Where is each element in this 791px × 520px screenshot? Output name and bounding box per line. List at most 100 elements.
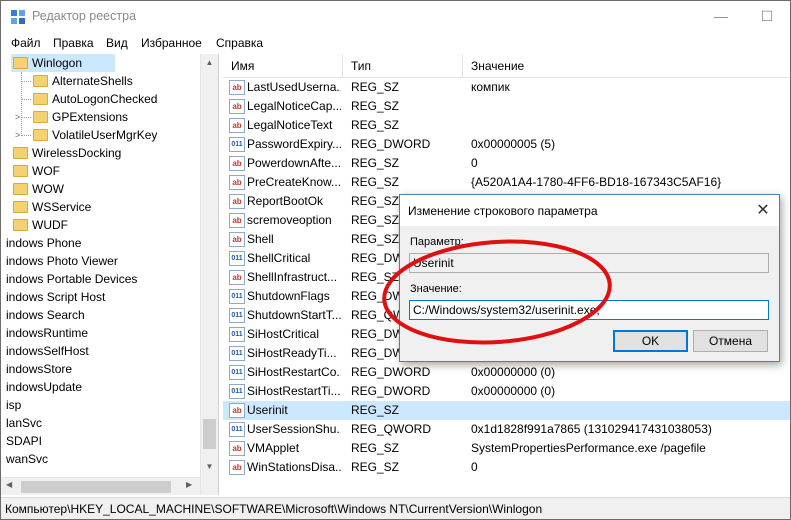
menu-view[interactable]: Вид [106,36,128,50]
value-type: REG_DWORD [351,365,431,379]
string-value-icon: ab [229,194,245,209]
value-name: SiHostRestartCo... [247,365,341,379]
string-value-icon: ab [229,99,245,114]
list-row[interactable]: 011 SiHostRestartCo... REG_DWORD 0x00000000… [223,363,790,382]
string-value-icon: ab [229,270,245,285]
expand-chevron-icon[interactable]: > [15,108,20,126]
string-value-icon: ab [229,460,245,475]
value-data: 0x00000000 (0) [471,384,556,398]
folder-icon [33,111,48,123]
value-name: PowerdownAfte... [247,156,341,170]
value-name: LastUsedUserna... [247,80,341,94]
menu-bar: Файл Правка Вид Избранное Справка [1,32,790,54]
param-name-field: Userinit [409,253,769,273]
menu-file[interactable]: Файл [11,36,41,50]
list-row[interactable]: ab PreCreateKnow... REG_SZ {A520A1A4-1780-4… [223,173,790,192]
value-name: SiHostRestartTi... [247,384,341,398]
value-type: REG_DWORD [351,137,431,151]
minimize-button[interactable]: — [698,1,744,32]
value-name: ShellInfrastruct... [247,270,338,284]
list-row[interactable]: ab LegalNoticeCap... REG_SZ [223,97,790,116]
binary-value-icon: 011 [229,289,245,304]
value-data: 0x00000000 (0) [471,365,556,379]
value-name: PreCreateKnow... [247,175,341,189]
tree-vertical-scrollbar[interactable]: ▲ ▼ [200,54,218,495]
value-type: REG_SZ [351,175,400,189]
value-name: LegalNoticeCap... [247,99,341,113]
value-type: REG_DWORD [351,384,431,398]
binary-value-icon: 011 [229,327,245,342]
value-data: SystemPropertiesPerformance.exe /pagefil… [471,441,706,455]
value-type: REG_QWORD [351,422,432,436]
list-row[interactable]: 011 SiHostRestartTi... REG_DWORD 0x00000000… [223,382,790,401]
list-row[interactable]: ab WinStationsDisa... REG_SZ 0 [223,458,790,477]
value-name: UserSessionShu... [247,422,341,436]
string-value-icon: ab [229,441,245,456]
folder-icon [33,93,48,105]
scroll-left-arrow-icon[interactable]: ◀ [6,480,12,489]
column-header-name[interactable]: Имя [223,54,343,78]
value-name: VMApplet [247,441,300,455]
value-type: REG_SZ [351,441,400,455]
menu-favorites[interactable]: Избранное [141,36,202,50]
string-value-icon: ab [229,232,245,247]
close-icon[interactable]: ✕ [753,201,773,221]
ok-button[interactable]: OK [613,330,688,352]
edit-string-dialog: Изменение строкового параметра ✕ Парамет… [399,194,780,362]
value-name: PasswordExpiry... [247,137,341,151]
binary-value-icon: 011 [229,365,245,380]
value-name: WinStationsDisa... [247,460,341,474]
window-title: Редактор реестра [32,9,137,23]
list-row[interactable]: ab VMApplet REG_SZ SystemPropertiesPerforma… [223,439,790,458]
value-data: {A520A1A4-1780-4FF6-BD18-167343C5AF16} [471,175,722,189]
list-row[interactable]: ab LegalNoticeText REG_SZ [223,116,790,135]
string-value-icon: ab [229,156,245,171]
menu-edit[interactable]: Правка [53,36,94,50]
value-type: REG_SZ [351,99,400,113]
tree-item-winlogon[interactable]: Winlogon [11,54,115,72]
scroll-down-arrow-icon[interactable]: ▼ [201,458,218,475]
folder-icon [33,75,48,87]
scrollbar-thumb[interactable] [203,419,216,449]
dialog-title-bar: Изменение строкового параметра ✕ [400,195,779,226]
value-name: SiHostCritical [247,327,320,341]
scroll-up-arrow-icon[interactable]: ▲ [201,54,218,71]
string-value-icon: ab [229,403,245,418]
list-row[interactable]: ab Userinit REG_SZ [223,401,790,420]
value-data: 0x00000005 (5) [471,137,556,151]
column-header-value[interactable]: Значение [463,54,790,78]
maximize-button[interactable]: ☐ [744,1,790,32]
folder-icon [33,129,48,141]
scrollbar-thumb[interactable] [21,481,171,493]
expand-chevron-icon[interactable]: > [15,126,20,144]
scroll-right-arrow-icon[interactable]: ▶ [186,480,192,489]
value-name: ShellCritical [247,251,311,265]
status-bar: Компьютер\HKEY_LOCAL_MACHINE\SOFTWARE\Mi… [1,497,790,519]
tree-horizontal-scrollbar[interactable]: ◀ ▶ [1,477,200,495]
key-tree[interactable]: Winlogon AlternateShells AutoLogonChecke… [1,54,219,495]
list-header: Имя Тип Значение [223,54,790,78]
string-value-icon: ab [229,118,245,133]
value-name: LegalNoticeText [247,118,333,132]
cancel-button[interactable]: Отмена [693,330,768,352]
binary-value-icon: 011 [229,308,245,323]
value-type: REG_SZ [351,403,400,417]
registry-editor-icon [11,10,25,24]
string-value-icon: ab [229,175,245,190]
folder-icon [13,165,28,177]
menu-help[interactable]: Справка [216,36,263,50]
param-name-label: Параметр: [410,236,464,248]
list-row[interactable]: 011 PasswordExpiry... REG_DWORD 0x00000005 … [223,135,790,154]
string-value-icon: ab [229,80,245,95]
binary-value-icon: 011 [229,384,245,399]
value-name: Shell [247,232,274,246]
list-row[interactable]: ab PowerdownAfte... REG_SZ 0 [223,154,790,173]
column-header-type[interactable]: Тип [343,54,463,78]
value-data-input[interactable]: C:/Windows/system32/userinit.exe, [409,300,769,320]
value-name: ShutdownFlags [247,289,330,303]
list-row[interactable]: 011 UserSessionShu... REG_QWORD 0x1d1828f99… [223,420,790,439]
list-row[interactable]: ab LastUsedUserna... REG_SZ компик [223,78,790,97]
folder-icon [13,201,28,213]
binary-value-icon: 011 [229,422,245,437]
value-type: REG_SZ [351,156,400,170]
